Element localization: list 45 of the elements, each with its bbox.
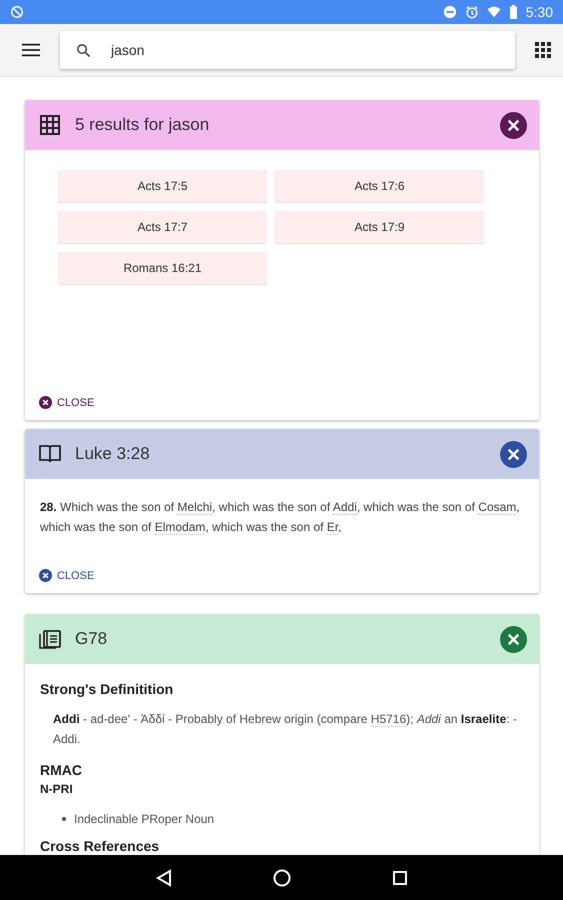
books-icon (39, 629, 61, 649)
card-title: G78 (75, 629, 108, 649)
close-icon[interactable] (500, 440, 527, 468)
section-heading: Cross References (40, 838, 160, 854)
definition-text: Addi - ad-dee' - Ἀδδί - Probably of Hebrew origin (compare H5716); Addi an Israelite: - Addi. (53, 711, 518, 748)
close-icon[interactable] (500, 626, 527, 652)
grid-icon (39, 115, 61, 135)
strongs-link[interactable]: H5716 (370, 712, 406, 727)
apps-grid-icon[interactable] (535, 42, 551, 58)
result-button[interactable]: Romans 16:21 (58, 252, 267, 284)
result-button[interactable]: Acts 17:5 (58, 170, 267, 202)
clock-time: 5:30 (526, 4, 553, 20)
close-icon[interactable] (500, 112, 527, 138)
rmac-code: N-PRI (40, 782, 74, 796)
close-button[interactable]: CLOSE (37, 567, 96, 584)
name-link[interactable]: Melchi (177, 500, 212, 515)
card-title: 5 results for jason (75, 115, 210, 135)
close-icon (39, 569, 52, 582)
bullet-icon (62, 817, 66, 821)
name-link[interactable]: Er (326, 520, 338, 535)
recents-icon[interactable] (390, 868, 408, 886)
menu-icon[interactable] (22, 43, 40, 57)
sync-off-icon (10, 5, 24, 19)
battery-icon (508, 5, 518, 19)
close-button[interactable]: CLOSE (37, 394, 96, 411)
name-link[interactable]: Elmodam (154, 520, 206, 535)
result-button[interactable]: Acts 17:7 (58, 211, 267, 243)
search-field[interactable]: jason (60, 31, 515, 69)
result-button[interactable]: Acts 17:9 (275, 211, 484, 243)
card-title: Luke 3:28 (75, 444, 151, 464)
section-heading: RMAC (40, 762, 83, 778)
list-item-text: Indeclinable PRoper Noun (74, 812, 214, 826)
name-link[interactable]: Addi (332, 500, 357, 515)
back-icon[interactable] (154, 868, 172, 886)
name-link[interactable]: Cosam (478, 500, 516, 515)
wifi-icon (486, 5, 501, 19)
close-icon (39, 396, 52, 409)
section-heading: Strong's Definitition (40, 681, 174, 697)
verse-text: 28. Which was the son of Melchi, which was the son of Addi, which was the son of Cosam, which was the son of Elmodam, which was the son of Er, (40, 499, 521, 537)
result-button[interactable]: Acts 17:6 (275, 170, 484, 202)
do-not-disturb-icon (442, 5, 457, 19)
book-icon (39, 444, 61, 464)
alarm-icon (464, 5, 479, 19)
search-icon (76, 42, 91, 58)
home-icon[interactable] (272, 868, 290, 886)
